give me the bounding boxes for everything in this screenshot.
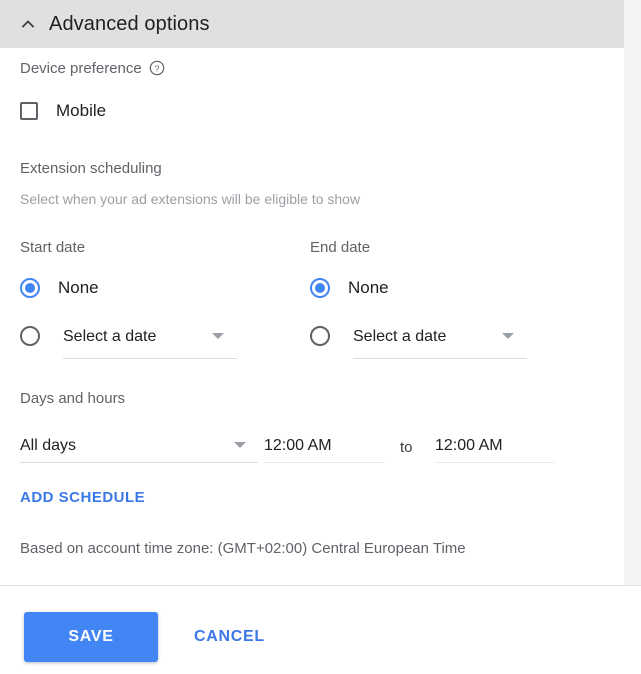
add-schedule-button[interactable]: ADD SCHEDULE [20, 489, 145, 506]
extension-scheduling-subtitle: Select when your ad extensions will be e… [20, 191, 361, 207]
mobile-checkbox-label: Mobile [56, 101, 107, 120]
start-date-select-underline[interactable] [63, 339, 237, 359]
days-select-underline[interactable] [20, 448, 258, 463]
start-date-select-radio-row[interactable] [20, 326, 40, 346]
advanced-options-header[interactable]: Advanced options [0, 0, 624, 48]
start-date-none-radio-row[interactable]: None [20, 278, 99, 298]
end-time-underline[interactable] [435, 448, 554, 463]
end-date-select-radio[interactable] [310, 326, 330, 346]
start-date-none-label: None [58, 278, 99, 297]
help-circle-icon[interactable]: ? [149, 60, 165, 76]
end-date-select-underline[interactable] [353, 339, 527, 359]
dialog-footer: SAVE CANCEL [0, 585, 641, 674]
mobile-checkbox[interactable] [20, 102, 38, 120]
svg-text:?: ? [154, 63, 159, 73]
days-and-hours-label: Days and hours [20, 390, 126, 407]
advanced-options-title: Advanced options [49, 12, 210, 35]
timezone-note: Based on account time zone: (GMT+02:00) … [20, 540, 466, 557]
end-date-none-label: None [348, 278, 389, 297]
chevron-up-icon[interactable] [18, 14, 38, 34]
save-button[interactable]: SAVE [24, 612, 158, 662]
end-date-label: End date [310, 239, 371, 256]
advanced-options-panel: Advanced options Device preference? Mobi… [0, 0, 641, 674]
vertical-scrollbar[interactable] [624, 0, 641, 585]
device-preference-label: Device preference? [20, 60, 165, 77]
cancel-button[interactable]: CANCEL [194, 612, 265, 662]
end-date-none-radio-row[interactable]: None [310, 278, 389, 298]
end-date-select-radio-row[interactable] [310, 326, 330, 346]
start-date-label: Start date [20, 239, 86, 256]
device-preference-label-text: Device preference [20, 60, 142, 77]
mobile-checkbox-row[interactable]: Mobile [20, 101, 106, 121]
scrollable-content-panel: Advanced options Device preference? Mobi… [0, 0, 641, 585]
panel-content: Advanced options Device preference? Mobi… [0, 0, 624, 585]
start-time-underline[interactable] [264, 448, 385, 463]
time-range-separator: to [400, 439, 413, 456]
extension-scheduling-title: Extension scheduling [20, 160, 162, 177]
start-date-select-radio[interactable] [20, 326, 40, 346]
end-date-none-radio[interactable] [310, 278, 330, 298]
start-date-none-radio[interactable] [20, 278, 40, 298]
